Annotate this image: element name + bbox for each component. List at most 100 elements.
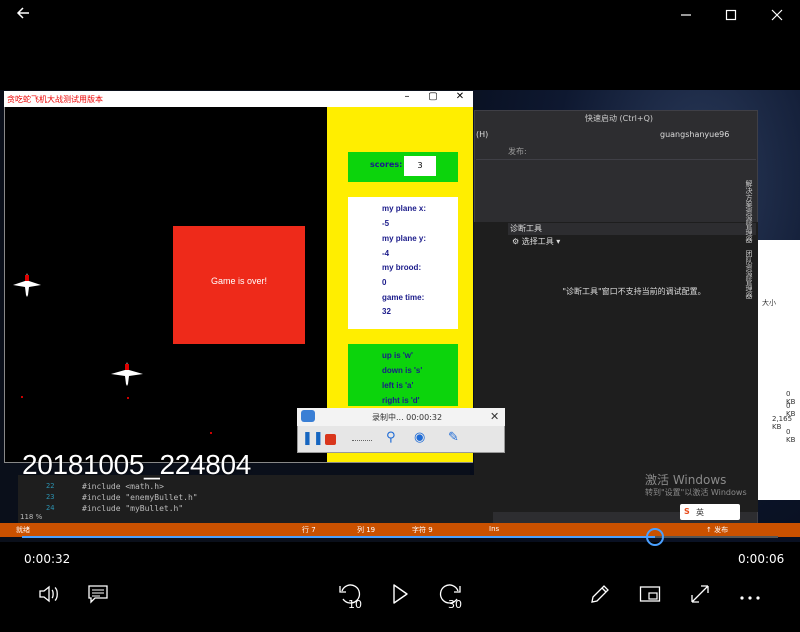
edit-button[interactable] bbox=[582, 578, 618, 610]
explorer-size-header: 大小 bbox=[762, 299, 776, 307]
more-button[interactable] bbox=[732, 578, 768, 610]
pencil-icon bbox=[591, 585, 609, 603]
subtitles-button[interactable] bbox=[80, 578, 116, 610]
plane-y-label: my plane y: bbox=[382, 234, 427, 243]
diagnostics-select-label: 选择工具 bbox=[521, 237, 554, 246]
score-label: scores: bbox=[370, 160, 403, 169]
bullet bbox=[127, 397, 129, 399]
volume-button[interactable] bbox=[31, 578, 67, 610]
more-icon bbox=[740, 596, 760, 600]
seek-progress bbox=[22, 536, 655, 538]
game-maximize-button[interactable]: ▢ bbox=[423, 91, 443, 102]
plane-y-value: -4 bbox=[382, 249, 390, 258]
fullscreen-button[interactable] bbox=[682, 578, 718, 610]
ide-side-tabs: 解决方案资源管理器 团队资源管理器 bbox=[740, 180, 758, 300]
game-title: 贪吃蛇飞机大战测试用版本 bbox=[7, 95, 103, 104]
bullet bbox=[21, 396, 23, 398]
diagnostics-message: "诊断工具"窗口不支持当前的调试配置。 bbox=[562, 287, 706, 296]
rewind-seconds: 10 bbox=[348, 598, 362, 611]
chevron-down-icon: ▾ bbox=[553, 237, 561, 246]
plane-icon bbox=[13, 273, 41, 297]
plane-icon bbox=[111, 362, 143, 386]
activate-windows-title: 激活 Windows bbox=[645, 473, 727, 487]
code-line: #include "enemyBullet.h" bbox=[82, 493, 198, 502]
minimize-icon bbox=[681, 14, 691, 16]
subtitles-icon bbox=[88, 585, 108, 604]
ime-toolbar[interactable]: S 英 bbox=[680, 504, 740, 520]
elapsed-time: 0:00:32 bbox=[24, 552, 71, 566]
volume-icon bbox=[39, 585, 58, 603]
plane-x-value: -5 bbox=[382, 219, 390, 228]
play-icon bbox=[393, 584, 408, 604]
key-up: up is 'w' bbox=[382, 351, 413, 360]
activate-windows-subtitle: 转到"设置"以激活 Windows bbox=[645, 488, 747, 497]
zoom-level[interactable]: 118 % bbox=[20, 513, 42, 521]
game-time-label: game time: bbox=[382, 293, 425, 302]
divider bbox=[352, 440, 372, 441]
diagnostics-select-tools[interactable]: ⚙ 选择工具 ▾ bbox=[512, 236, 560, 247]
webcam-icon[interactable]: ◉ bbox=[414, 430, 425, 445]
video-title: 20181005_224804 bbox=[22, 449, 252, 480]
maximize-button[interactable] bbox=[716, 4, 746, 28]
line-number: 23 bbox=[46, 493, 55, 501]
mini-view-icon bbox=[639, 586, 661, 602]
status-row: 行 7 bbox=[302, 526, 316, 534]
key-left: left is 'a' bbox=[382, 381, 414, 390]
file-explorer-panel bbox=[758, 240, 800, 500]
fullscreen-icon bbox=[691, 585, 709, 603]
stop-icon[interactable] bbox=[325, 434, 336, 445]
back-button[interactable] bbox=[8, 4, 38, 28]
rewind-button[interactable]: 10 bbox=[332, 578, 368, 611]
bullet bbox=[210, 432, 212, 434]
diagnostics-header: 诊断工具 bbox=[508, 223, 756, 235]
pause-icon[interactable]: ❚❚ bbox=[302, 431, 324, 446]
forward-button[interactable]: 30 bbox=[432, 578, 468, 611]
code-line: #include <math.h> bbox=[82, 482, 164, 491]
sogou-icon: S bbox=[684, 507, 690, 516]
maximize-icon bbox=[725, 9, 737, 21]
close-icon bbox=[771, 9, 783, 21]
game-time-value: 32 bbox=[382, 307, 391, 316]
brood-label: my brood: bbox=[382, 263, 422, 272]
game-close-button[interactable]: ✕ bbox=[450, 91, 470, 102]
ide-help-menu[interactable]: (H) bbox=[476, 130, 488, 139]
line-number: 24 bbox=[46, 504, 55, 512]
ide-quick-launch[interactable]: 快速启动 (Ctrl+Q) bbox=[585, 113, 685, 127]
player-plane bbox=[110, 360, 144, 393]
status-char: 字符 9 bbox=[412, 526, 433, 534]
player-top-bar bbox=[0, 0, 800, 32]
forward-seconds: 30 bbox=[448, 598, 462, 611]
gear-icon: ⚙ bbox=[512, 237, 522, 246]
game-minimize-button[interactable]: – bbox=[397, 91, 417, 102]
close-button[interactable] bbox=[762, 4, 792, 28]
key-down: down is 's' bbox=[382, 366, 423, 375]
camera-icon bbox=[301, 410, 315, 422]
status-publish[interactable]: ↑ 发布 bbox=[706, 525, 728, 535]
play-button[interactable] bbox=[382, 578, 418, 610]
arrow-left-icon bbox=[16, 7, 29, 19]
side-tab-solution-explorer[interactable]: 解决方案资源管理器 bbox=[744, 180, 754, 243]
ide-panel bbox=[474, 222, 758, 512]
pointer-icon[interactable]: ⚲ bbox=[386, 430, 396, 445]
status-ready: 就绪 bbox=[16, 526, 30, 534]
minimize-button[interactable] bbox=[671, 4, 701, 28]
pencil-icon[interactable]: ✎ bbox=[448, 430, 459, 445]
side-tab-team-explorer[interactable]: 团队资源管理器 bbox=[744, 250, 754, 299]
remaining-time: 0:00:06 bbox=[738, 552, 785, 566]
recorder-status: 录制中... 00:00:32 bbox=[372, 413, 443, 422]
score-value: 3 bbox=[404, 156, 436, 176]
ide-user-name: guangshanyue96 bbox=[660, 130, 730, 139]
key-right: right is 'd' bbox=[382, 396, 420, 405]
file-size: 0 KB bbox=[786, 428, 796, 444]
brood-value: 0 bbox=[382, 278, 387, 287]
ime-mode: 英 bbox=[696, 508, 704, 517]
plane-x-label: my plane x: bbox=[382, 204, 427, 213]
ide-status-bar: 就绪 行 7 列 19 字符 9 Ins ↑ 发布 bbox=[0, 523, 800, 537]
mini-view-button[interactable] bbox=[632, 578, 668, 610]
enemy-plane bbox=[12, 271, 42, 304]
recorder-close-button[interactable]: ✕ bbox=[490, 410, 499, 423]
ide-publish-label: 发布: bbox=[508, 147, 527, 156]
seek-thumb[interactable] bbox=[645, 528, 664, 546]
code-line: #include "myBullet.h" bbox=[82, 504, 184, 513]
line-number: 22 bbox=[46, 482, 55, 490]
